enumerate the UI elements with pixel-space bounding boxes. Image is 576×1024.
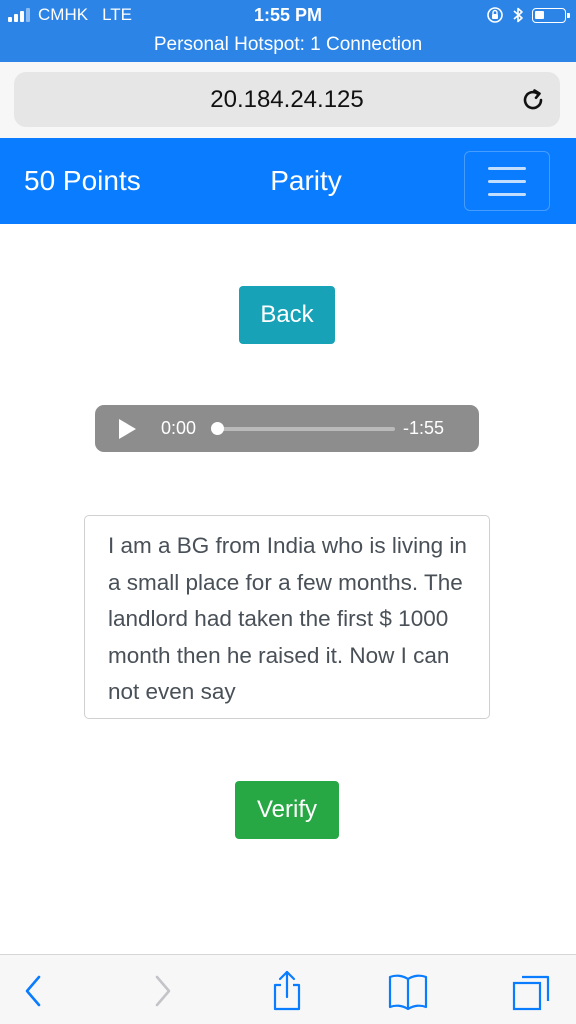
chevron-left-icon[interactable] <box>12 969 56 1013</box>
passage-text-box[interactable]: I am a BG from India who is living in a … <box>84 515 490 719</box>
hotspot-banner[interactable]: Personal Hotspot: 1 Connection <box>0 34 576 56</box>
battery-icon <box>532 7 570 23</box>
audio-remaining-time: -1:55 <box>403 418 445 438</box>
app-title[interactable]: Parity <box>206 138 406 224</box>
status-bar: CMHK LTE 1:55 PM Personal Hotspot: 1 Con… <box>0 0 576 62</box>
play-icon[interactable] <box>119 419 136 439</box>
status-right <box>486 5 570 25</box>
audio-progress-thumb[interactable] <box>211 422 224 435</box>
app-navbar: 50 Points Parity <box>0 138 576 224</box>
hamburger-menu-button[interactable] <box>464 151 550 211</box>
hamburger-menu-icon <box>488 167 526 170</box>
book-icon[interactable] <box>386 969 430 1013</box>
hamburger-menu-icon <box>488 193 526 196</box>
browser-toolbar <box>0 954 576 1024</box>
points-display[interactable]: 50 Points <box>24 138 141 224</box>
reload-icon[interactable] <box>518 85 548 115</box>
url-field[interactable]: 20.184.24.125 <box>14 72 560 127</box>
audio-current-time: 0:00 <box>161 418 197 438</box>
hamburger-menu-icon <box>488 180 526 183</box>
chevron-right-icon[interactable] <box>140 969 184 1013</box>
audio-progress-track[interactable] <box>215 427 395 431</box>
back-button[interactable]: Back <box>239 286 335 344</box>
tabs-icon[interactable] <box>510 969 554 1013</box>
share-icon[interactable] <box>265 969 309 1013</box>
browser-address-bar: 20.184.24.125 <box>0 62 576 138</box>
audio-player: 0:00 -1:55 <box>95 405 479 452</box>
url-text[interactable]: 20.184.24.125 <box>14 72 560 127</box>
bluetooth-icon <box>513 7 523 23</box>
verify-button[interactable]: Verify <box>235 781 339 839</box>
phone-screen: CMHK LTE 1:55 PM Personal Hotspot: 1 Con… <box>0 0 576 1024</box>
passage-text: I am a BG from India who is living in a … <box>108 533 467 704</box>
orientation-lock-icon <box>487 7 503 23</box>
